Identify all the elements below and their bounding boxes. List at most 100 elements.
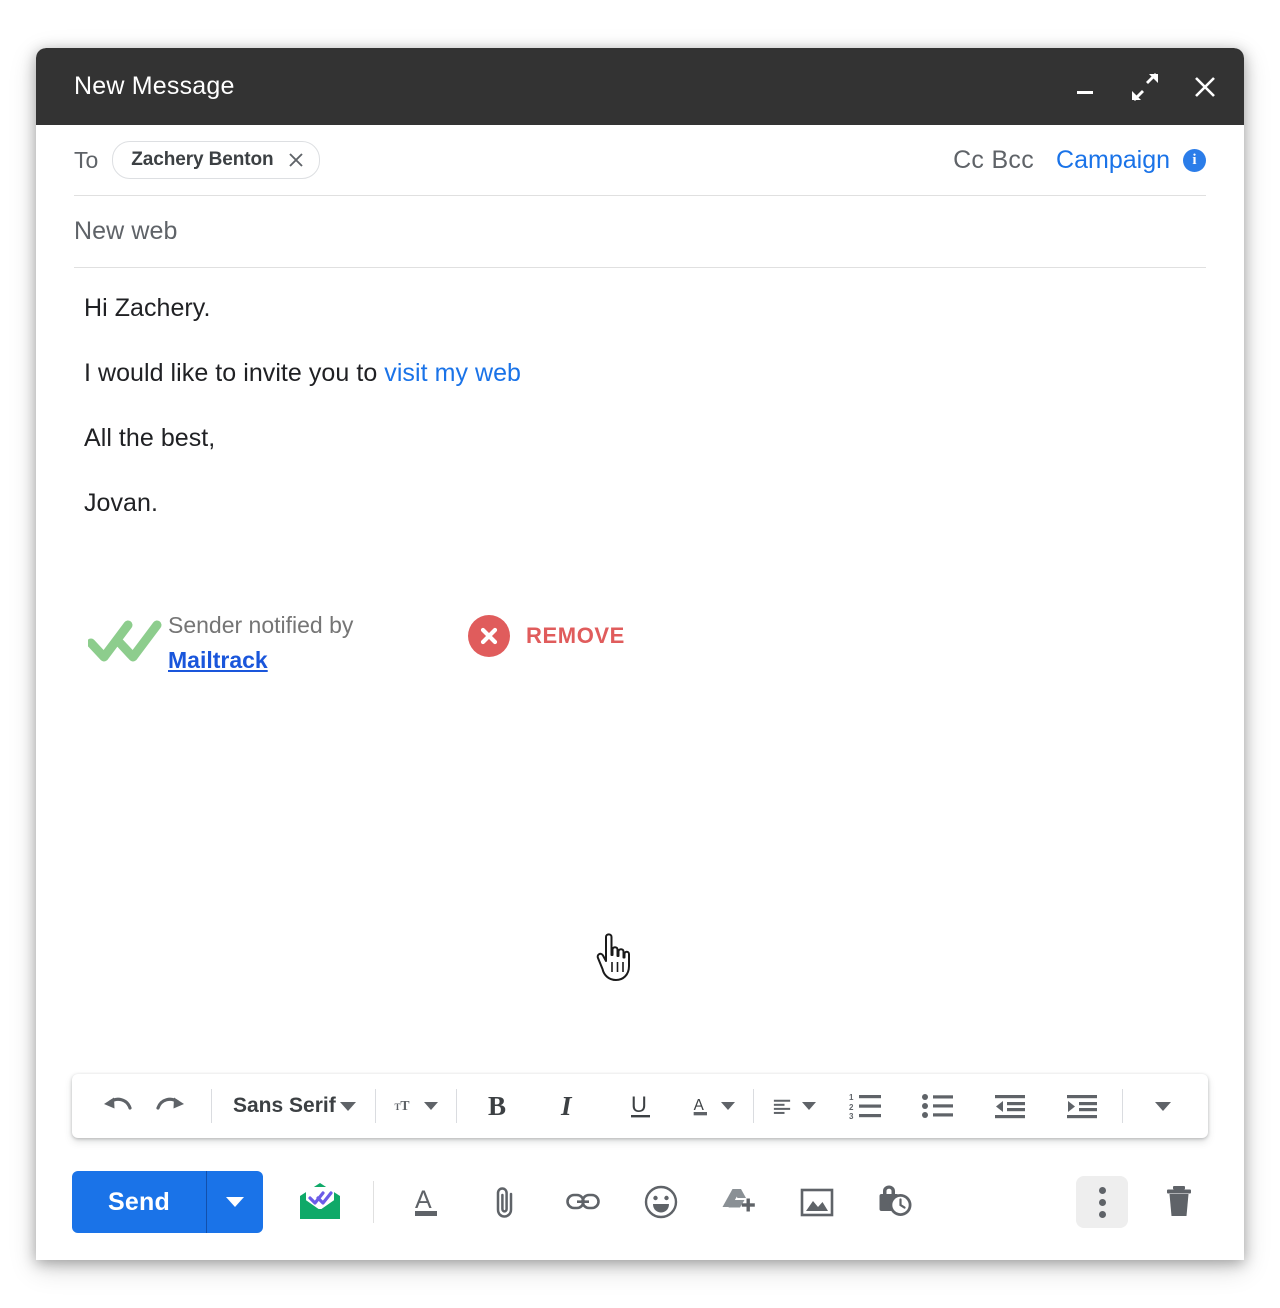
trash-icon xyxy=(1163,1184,1195,1220)
redo-icon xyxy=(154,1091,188,1121)
text-format-icon: A xyxy=(411,1185,443,1219)
mailtrack-remove-button[interactable]: REMOVE xyxy=(468,605,625,657)
toolbar-divider xyxy=(456,1089,457,1123)
expand-button[interactable] xyxy=(1128,70,1162,104)
emoji-icon xyxy=(643,1184,679,1220)
toolbar-divider xyxy=(753,1089,754,1123)
chevron-down-icon xyxy=(424,1102,438,1110)
insert-photo-button[interactable] xyxy=(788,1173,846,1231)
redo-button[interactable] xyxy=(144,1084,198,1128)
attach-files-button[interactable] xyxy=(476,1173,534,1231)
page-title: New Message xyxy=(74,72,1068,101)
insert-drive-button[interactable] xyxy=(710,1173,768,1231)
indent-less-button[interactable] xyxy=(983,1084,1037,1128)
underline-button[interactable]: U xyxy=(614,1084,668,1128)
campaign-link[interactable]: Campaign xyxy=(1056,146,1170,175)
recipients-actions: Cc Bcc Campaign i xyxy=(953,146,1206,175)
screen-root: New Message xyxy=(0,0,1280,1308)
discard-draft-button[interactable] xyxy=(1150,1173,1208,1231)
mailtrack-brand-link[interactable]: Mailtrack xyxy=(168,647,268,674)
italic-icon: I xyxy=(555,1091,583,1121)
mailtrack-double-check xyxy=(84,605,168,665)
action-divider xyxy=(373,1181,374,1223)
indent-decrease-icon xyxy=(993,1092,1027,1120)
svg-text:2: 2 xyxy=(849,1103,854,1112)
remove-circle-icon xyxy=(468,615,510,657)
mailtrack-signature: Sender notified by Mailtrack REMOVE xyxy=(84,605,625,674)
recipient-chip[interactable]: Zachery Benton xyxy=(112,141,320,179)
svg-text:1: 1 xyxy=(849,1093,854,1102)
chevron-down-icon xyxy=(340,1102,356,1111)
confidential-mode-button[interactable] xyxy=(866,1173,924,1231)
compose-action-bar: Send A xyxy=(36,1144,1244,1260)
info-icon[interactable]: i xyxy=(1183,149,1206,172)
send-options-button[interactable] xyxy=(207,1171,263,1233)
cc-bcc-toggle[interactable]: Cc Bcc xyxy=(953,146,1034,175)
visit-my-web-link[interactable]: visit my web xyxy=(384,359,521,387)
close-icon xyxy=(1191,73,1219,101)
svg-text:I: I xyxy=(560,1091,573,1121)
italic-button[interactable]: I xyxy=(542,1084,596,1128)
minimize-icon xyxy=(1072,74,1098,100)
send-button-group: Send xyxy=(72,1171,263,1233)
mailtrack-toggle-button[interactable] xyxy=(291,1173,349,1231)
send-button[interactable]: Send xyxy=(72,1171,207,1233)
indent-more-button[interactable] xyxy=(1055,1084,1109,1128)
close-button[interactable] xyxy=(1188,70,1222,104)
remove-recipient-button[interactable] xyxy=(285,149,307,171)
font-size-select[interactable]: T T xyxy=(389,1084,443,1128)
mailtrack-envelope-icon xyxy=(297,1182,343,1222)
svg-text:T: T xyxy=(400,1098,409,1113)
insert-emoji-button[interactable] xyxy=(632,1173,690,1231)
font-family-select[interactable]: Sans Serif xyxy=(225,1084,362,1128)
message-body[interactable]: Hi Zachery. I would like to invite you t… xyxy=(36,268,1244,1074)
bulleted-list-button[interactable] xyxy=(911,1084,965,1128)
expand-icon xyxy=(1131,73,1159,101)
text-color-button[interactable]: A xyxy=(686,1084,740,1128)
format-toolbar-container: Sans Serif T T B xyxy=(36,1074,1244,1138)
mailtrack-remove-label: REMOVE xyxy=(526,623,625,649)
more-options-button[interactable] xyxy=(1076,1176,1128,1228)
mouse-cursor-pointer xyxy=(592,931,636,983)
subject-row[interactable]: New web xyxy=(74,196,1206,268)
subject-input[interactable]: New web xyxy=(74,217,178,246)
svg-text:A: A xyxy=(415,1186,432,1214)
font-size-icon: T T xyxy=(394,1092,414,1120)
formatting-options-button[interactable]: A xyxy=(398,1173,456,1231)
minimize-button[interactable] xyxy=(1068,70,1102,104)
bold-button[interactable]: B xyxy=(470,1084,524,1128)
svg-text:B: B xyxy=(488,1091,506,1121)
align-left-icon xyxy=(772,1092,792,1120)
align-button[interactable] xyxy=(767,1084,821,1128)
svg-text:3: 3 xyxy=(849,1112,854,1120)
undo-button[interactable] xyxy=(90,1084,144,1128)
recipients-row: To Zachery Benton Cc Bcc Campaign i xyxy=(74,125,1206,196)
to-label: To xyxy=(74,147,98,174)
numbered-list-icon: 1 2 3 xyxy=(849,1092,883,1120)
chevron-down-icon xyxy=(1155,1102,1171,1111)
close-icon xyxy=(286,150,306,170)
underline-icon: U xyxy=(626,1090,656,1122)
font-family-label: Sans Serif xyxy=(233,1094,340,1118)
more-formatting-button[interactable] xyxy=(1136,1084,1190,1128)
close-icon xyxy=(477,624,501,648)
link-icon xyxy=(565,1187,601,1217)
lock-clock-icon xyxy=(876,1185,914,1219)
body-line-greeting: Hi Zachery. xyxy=(84,296,1206,321)
body-line-name: Jovan. xyxy=(84,491,1206,516)
indent-increase-icon xyxy=(1065,1092,1099,1120)
text-color-icon: A xyxy=(691,1090,711,1122)
bold-icon: B xyxy=(482,1091,512,1121)
body-line-invite: I would like to invite you to visit my w… xyxy=(84,361,1206,386)
insert-link-button[interactable] xyxy=(554,1173,612,1231)
mailtrack-notified-text: Sender notified by xyxy=(168,607,468,644)
toolbar-divider xyxy=(211,1089,212,1123)
mailtrack-caption: Sender notified by Mailtrack xyxy=(168,605,468,674)
toolbar-divider xyxy=(1122,1089,1123,1123)
compose-window: New Message xyxy=(36,48,1244,1260)
window-controls xyxy=(1068,70,1222,104)
numbered-list-button[interactable]: 1 2 3 xyxy=(839,1084,893,1128)
chevron-down-icon xyxy=(721,1102,735,1110)
body-invite-text: I would like to invite you to xyxy=(84,359,384,387)
toolbar-divider xyxy=(375,1089,376,1123)
